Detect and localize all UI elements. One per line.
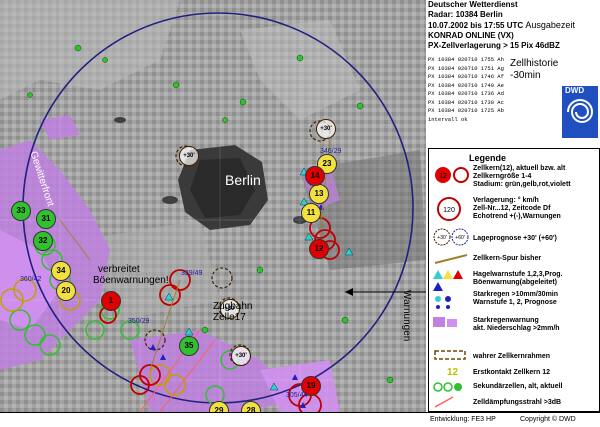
cell-core-marker: 14 [305,166,325,186]
legend-track-icon [434,254,468,264]
label-warnungen: Warnungen [401,290,412,342]
cell-core-marker: 35 [179,336,199,356]
history-list: PX 10384 020710 1755 Ah PX 10384 020710 … [428,56,504,124]
label-zelle17: Zelle17 [213,312,246,323]
svg-text:12: 12 [439,173,447,180]
footer: Entwicklung: FE3 HP Copyright © DWD [0,412,600,427]
history-line: PX 10384 020710 1725 Ab [428,107,504,114]
cell-core-marker: 1 [101,291,121,311]
history-line: PX 10384 020710 1740 Ae [428,81,504,89]
header-org: Deutscher Wetterdienst [428,0,518,9]
legend-panel: Legende 12 Zellkern(12), aktuell bzw. al… [428,148,600,412]
svg-text:120: 120 [443,207,455,214]
header-product: PX-Zellverlagerung > 15 Pix 46dBZ [428,41,560,50]
history-line: PX 10384 020710 1736 Ad [428,90,504,97]
legend-frame-icon [434,350,466,360]
footer-copyright: Copyright © DWD [520,416,576,423]
cell-core-marker: 33 [11,201,31,221]
speed-label: 346/29 [320,148,342,155]
speed-label: 339/49 [181,270,203,277]
cell-core-marker: 31 [36,209,56,229]
history-line: PX 10384 020710 1751 Ag [428,64,504,72]
legend-attenuation-icon [434,396,454,408]
history-line: PX 10384 020710 1755 Ah [428,56,504,63]
cell-core-marker: 12 [309,239,329,259]
history-label: Zellhistorie -30min [510,58,559,81]
lake [162,196,178,204]
lake [114,117,126,123]
legend-heavyrain-icon [433,317,457,327]
label-zugbahn: Zugbahn [213,301,253,312]
history-line: PX 10384 020710 1730 Ac [428,98,504,106]
label-boeenwarnungen: Böenwarnungen! [93,275,169,286]
prognosis-marker: +30' [231,346,251,366]
prognosis-marker: +30' [179,146,199,166]
legend-secondary-icon [433,382,462,392]
speed-label: 360/42 [20,276,42,283]
svg-text:+30': +30' [437,235,446,241]
label-verbreitet: verbreitet [98,264,140,275]
svg-text:+60': +60' [455,235,464,241]
history-line: PX 10384 020710 1746 Af [428,73,504,80]
legend-cellcore-icon: 12 [435,167,469,183]
cell-core-marker: 32 [33,231,53,251]
header-time: 10.07.2002 bis 17:55 UTC Ausgabezeit [428,20,575,30]
header-source: KONRAD ONLINE (VX) [428,31,514,40]
history-line: intervall ok [428,115,468,123]
radar-map-canvas [0,0,426,412]
cell-core-marker: 13 [309,184,329,204]
legend-movement-icon: 120 [437,197,461,221]
city-label-berlin: Berlin [225,172,261,188]
prognosis-marker: +30' [316,119,336,139]
legend-prognosis-icon: +30' +60' [433,228,469,246]
dwd-logo-text: DWD [565,86,585,95]
speed-label: 305/44 [286,392,308,399]
cell-core-marker: 34 [51,261,71,281]
radar-map: 23 11 13 14 12 31 32 34 20 33 35 19 28 29 1 +30' +30' +30… [0,0,426,412]
cell-core-marker: 11 [301,203,321,223]
speed-label: 350/29 [128,318,150,325]
cell-core-marker: 20 [56,281,76,301]
legend-title: Legende [469,153,507,163]
legend-hail-icon [433,270,463,309]
header-block: Deutscher Wetterdienst Radar: 10384 Berl… [428,0,598,51]
header-radar: Radar: 10384 Berlin [428,10,503,19]
footer-dev: Entwicklung: FE3 HP [430,416,496,423]
